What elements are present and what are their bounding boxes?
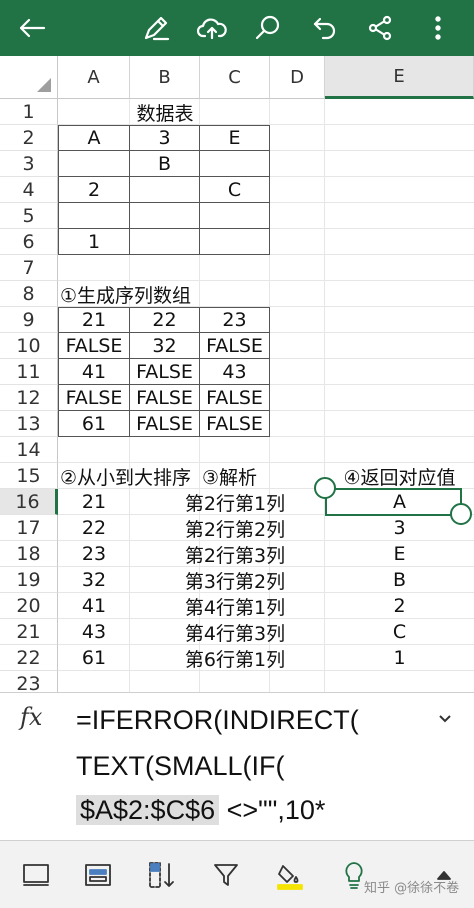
cell-a2[interactable]: A <box>58 125 130 151</box>
cell-a3[interactable] <box>58 151 130 177</box>
cell-a17[interactable]: 22 <box>58 515 130 541</box>
spreadsheet-grid[interactable]: A B C D E 1 2 3 4 5 6 7 8 9 10 11 12 13 14 15 16 17 18 19 20 21 22… <box>0 56 474 692</box>
cell-a4[interactable]: 2 <box>58 177 130 203</box>
cell-e15[interactable]: ④返回对应值 <box>325 463 474 489</box>
formula-line-2[interactable]: TEXT(SMALL(IF( <box>76 751 285 782</box>
comment-icon[interactable] <box>16 855 56 895</box>
cell-e20[interactable]: 2 <box>325 593 474 619</box>
cell-c18[interactable]: 第2行第3列 <box>185 541 285 567</box>
cell-e21[interactable]: C <box>325 619 474 645</box>
undo-icon[interactable] <box>304 8 344 48</box>
fill-color-icon[interactable] <box>270 855 310 895</box>
cell-c4[interactable]: C <box>200 177 270 203</box>
cell-b10[interactable]: 32 <box>130 333 200 359</box>
cell-a22[interactable]: 61 <box>58 645 130 671</box>
chevron-down-icon[interactable] <box>438 709 452 728</box>
cell-a8[interactable]: ①生成序列数组 <box>58 281 270 307</box>
sort-icon[interactable] <box>142 855 182 895</box>
cloud-upload-icon[interactable] <box>192 8 232 48</box>
filter-icon[interactable] <box>206 855 246 895</box>
selected-cell-outline <box>325 488 462 516</box>
pen-icon[interactable] <box>136 8 176 48</box>
cell-c12[interactable]: FALSE <box>200 385 270 411</box>
cell-c2[interactable]: E <box>200 125 270 151</box>
cell-a11[interactable]: 41 <box>58 359 130 385</box>
cell-c11[interactable]: 43 <box>200 359 270 385</box>
more-vertical-icon[interactable] <box>418 8 458 48</box>
cell-b9[interactable]: 22 <box>130 307 200 333</box>
cell-a6[interactable]: 1 <box>58 229 130 255</box>
cell-c19[interactable]: 第3行第2列 <box>185 567 285 593</box>
cell-a20[interactable]: 41 <box>58 593 130 619</box>
cell-b2[interactable]: 3 <box>130 125 200 151</box>
cell-e18[interactable]: E <box>325 541 474 567</box>
formula-range-reference: $A$2:$C$6 <box>76 795 220 825</box>
cell-a12[interactable]: FALSE <box>58 385 130 411</box>
selection-handle-end[interactable] <box>450 503 472 525</box>
cell-c5[interactable] <box>200 203 270 229</box>
search-icon[interactable] <box>248 8 288 48</box>
cell-b6[interactable] <box>130 229 200 255</box>
formula-line-3[interactable]: $A$2:$C$6 <>"",10* <box>76 795 325 826</box>
cell-a9[interactable]: 21 <box>58 307 130 333</box>
cell-c13[interactable]: FALSE <box>200 411 270 437</box>
formula-bar[interactable]: fx =IFERROR(INDIRECT( TEXT(SMALL(IF( $A$… <box>0 692 474 841</box>
cell-a18[interactable]: 23 <box>58 541 130 567</box>
table-format-icon[interactable] <box>78 855 118 895</box>
cell-b3[interactable]: B <box>130 151 200 177</box>
formula-line-1[interactable]: =IFERROR(INDIRECT( <box>76 705 359 736</box>
cell-b4[interactable] <box>130 177 200 203</box>
cell-c10[interactable]: FALSE <box>200 333 270 359</box>
cell-c16[interactable]: 第2行第1列 <box>185 489 285 515</box>
cell-e19[interactable]: B <box>325 567 474 593</box>
cell-c17[interactable]: 第2行第2列 <box>185 515 285 541</box>
cell-c3[interactable] <box>200 151 270 177</box>
cell-a21[interactable]: 43 <box>58 619 130 645</box>
selection-handle-start[interactable] <box>314 477 336 499</box>
share-icon[interactable] <box>360 8 400 48</box>
cell-a13[interactable]: 61 <box>58 411 130 437</box>
cell-a5[interactable] <box>58 203 130 229</box>
cell-b11[interactable]: FALSE <box>130 359 200 385</box>
cell-c15[interactable]: ③解析 <box>200 463 325 489</box>
cell-c6[interactable] <box>200 229 270 255</box>
back-arrow-icon[interactable] <box>12 8 52 48</box>
cell-a10[interactable]: FALSE <box>58 333 130 359</box>
watermark: 知乎 @徐徐不卷 <box>364 881 460 896</box>
cell-c9[interactable]: 23 <box>200 307 270 333</box>
bottom-toolbar: 知乎 @徐徐不卷 <box>0 840 474 908</box>
cell-a15[interactable]: ②从小到大排序 <box>58 463 200 489</box>
cell-c22[interactable]: 第6行第1列 <box>185 645 285 671</box>
cell-a19[interactable]: 32 <box>58 567 130 593</box>
formula-line-3-rest: <>"",10* <box>219 795 326 825</box>
cell-b5[interactable] <box>130 203 200 229</box>
fx-label: fx <box>20 703 43 731</box>
cell-b12[interactable]: FALSE <box>130 385 200 411</box>
cell-b1[interactable]: 数据表 <box>130 99 200 125</box>
cell-e22[interactable]: 1 <box>325 645 474 671</box>
cell-c21[interactable]: 第4行第3列 <box>185 619 285 645</box>
top-toolbar <box>0 0 474 56</box>
cell-a16[interactable]: 21 <box>58 489 130 515</box>
cell-c20[interactable]: 第4行第1列 <box>185 593 285 619</box>
cell-b13[interactable]: FALSE <box>130 411 200 437</box>
